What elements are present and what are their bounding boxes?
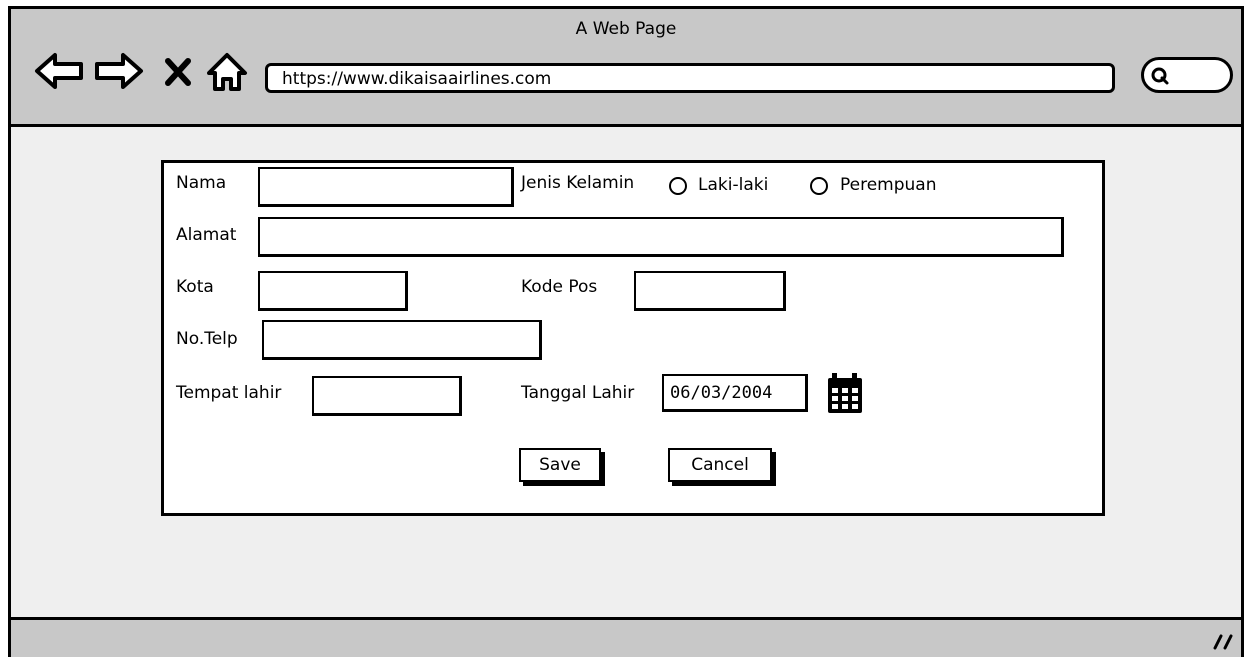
page-content: Nama Jenis Kelamin Laki-laki Perempuan A… xyxy=(11,127,1241,617)
nama-input[interactable] xyxy=(258,167,514,207)
calendar-icon[interactable] xyxy=(826,373,864,415)
tempat-lahir-input[interactable] xyxy=(312,376,462,416)
kode-pos-input[interactable] xyxy=(634,271,786,311)
alamat-label: Alamat xyxy=(176,225,237,245)
browser-window: A Web Page https://www.dikaisaairlines.c… xyxy=(8,6,1244,657)
radio-laki-laki[interactable] xyxy=(669,177,687,195)
tanggal-lahir-label: Tanggal Lahir xyxy=(521,383,635,403)
registration-form: Nama Jenis Kelamin Laki-laki Perempuan A… xyxy=(161,160,1105,516)
page-title: A Web Page xyxy=(575,19,677,39)
browser-search-box[interactable] xyxy=(1141,57,1233,93)
home-icon[interactable] xyxy=(205,51,249,93)
radio-perempuan[interactable] xyxy=(810,177,828,195)
kota-label: Kota xyxy=(176,277,214,297)
resize-grip-icon[interactable] xyxy=(1213,632,1235,652)
tempat-lahir-label: Tempat lahir xyxy=(176,383,282,403)
save-button[interactable]: Save xyxy=(519,448,601,482)
browser-titlebar: A Web Page https://www.dikaisaairlines.c… xyxy=(11,9,1241,127)
no-telp-label: No.Telp xyxy=(176,329,238,349)
search-icon xyxy=(1151,67,1169,85)
perempuan-label: Perempuan xyxy=(840,175,937,195)
url-bar[interactable]: https://www.dikaisaairlines.com xyxy=(265,63,1115,93)
alamat-input[interactable] xyxy=(258,217,1064,257)
nama-label: Nama xyxy=(176,173,227,193)
close-icon[interactable] xyxy=(163,57,193,87)
jenis-kelamin-label: Jenis Kelamin xyxy=(521,173,635,193)
laki-laki-label: Laki-laki xyxy=(698,175,769,195)
cancel-button[interactable]: Cancel xyxy=(668,448,772,482)
kode-pos-label: Kode Pos xyxy=(521,277,598,297)
tanggal-lahir-input[interactable]: 06/03/2004 xyxy=(662,374,808,412)
back-arrow-icon[interactable] xyxy=(33,51,85,91)
browser-statusbar xyxy=(11,617,1241,657)
no-telp-input[interactable] xyxy=(262,320,542,360)
kota-input[interactable] xyxy=(258,271,408,311)
forward-arrow-icon[interactable] xyxy=(93,51,145,91)
